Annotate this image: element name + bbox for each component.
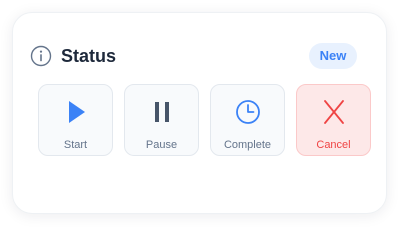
complete-button[interactable]: Complete [210,84,285,156]
complete-label: Complete [223,139,272,151]
cancel-label: Cancel [316,139,351,151]
info-icon [30,45,52,67]
status-header: Status New [30,32,357,80]
pause-label: Pause [145,139,178,151]
clock-icon [235,100,260,124]
cancel-button[interactable]: Cancel [296,84,371,156]
status-title: Status [61,46,117,66]
close-icon [323,100,344,124]
start-label: Start [63,139,88,151]
pause-icon [154,102,169,122]
new-badge: New [309,43,357,69]
start-button[interactable]: Start [38,84,113,156]
pause-button[interactable]: Pause [124,84,199,156]
play-icon [68,101,85,123]
